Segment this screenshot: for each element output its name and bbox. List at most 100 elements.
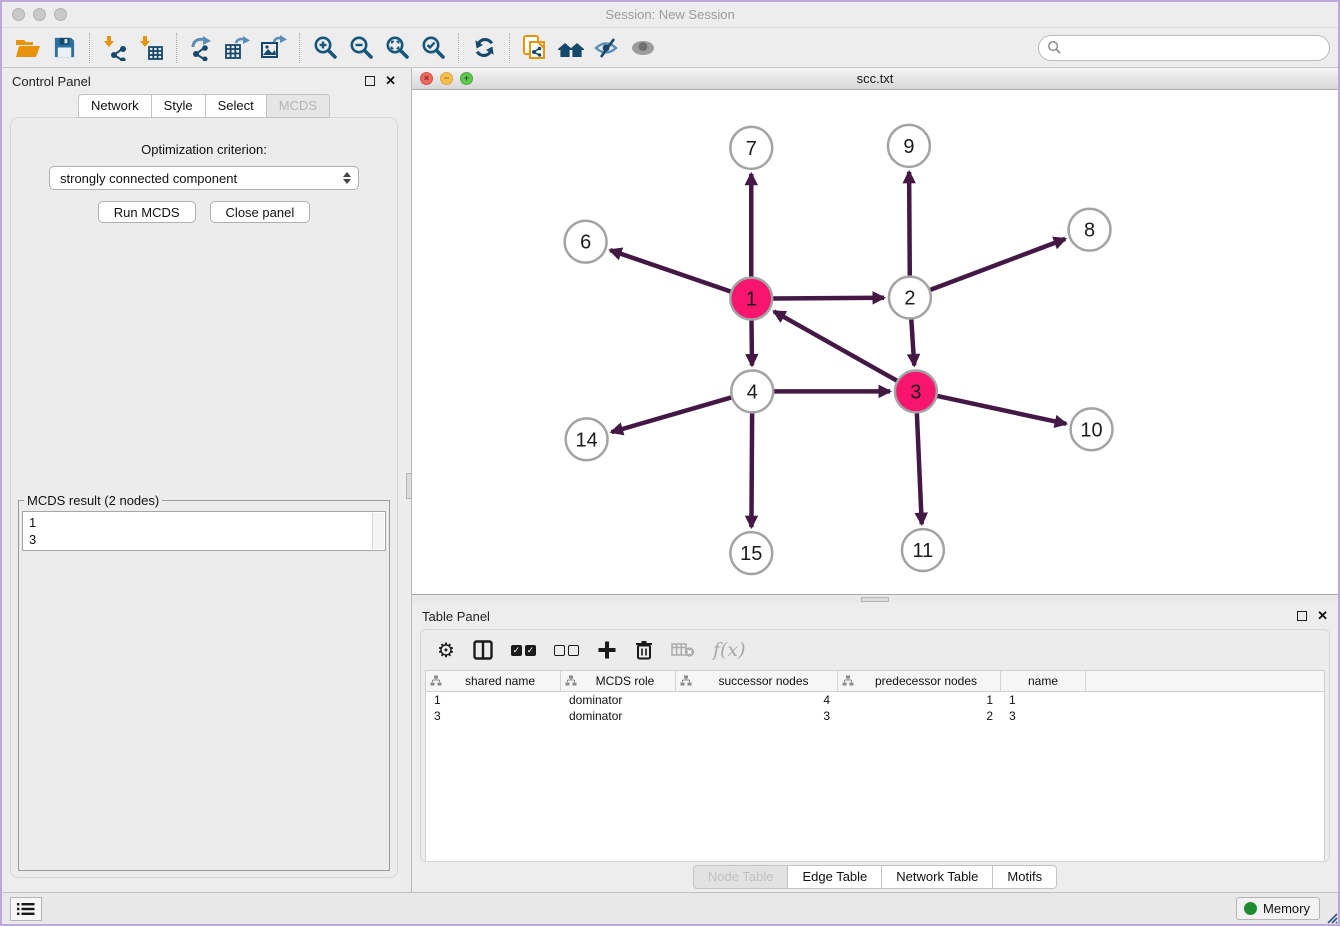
hierarchy-icon bbox=[565, 675, 577, 687]
search-box[interactable] bbox=[1038, 35, 1330, 61]
refresh-layout-icon[interactable] bbox=[466, 32, 502, 64]
import-network-icon[interactable] bbox=[97, 32, 133, 64]
control-panel-header: Control Panel ✕ bbox=[2, 68, 406, 94]
mcds-result-item: 1 bbox=[29, 514, 379, 531]
save-session-icon[interactable] bbox=[46, 32, 82, 64]
column-header-mcds-role[interactable]: MCDS role bbox=[561, 671, 676, 691]
close-panel-button[interactable]: Close panel bbox=[210, 201, 311, 223]
cell-name: 1 bbox=[1001, 693, 1086, 707]
graph-node-label-4: 4 bbox=[747, 381, 758, 403]
graph-node-label-7: 7 bbox=[746, 138, 757, 160]
toolbar-separator bbox=[176, 33, 177, 63]
graph-edge-1-2[interactable] bbox=[771, 298, 884, 299]
memory-button[interactable]: Memory bbox=[1236, 897, 1320, 920]
control-panel: Control Panel ✕ Network Style Select MCD… bbox=[2, 68, 406, 892]
column-header-successor-nodes[interactable]: successor nodes bbox=[676, 671, 838, 691]
delete-table-icon bbox=[671, 637, 695, 663]
table-toolbar: ⚙ ✓✓ bbox=[421, 630, 1329, 670]
settings-gear-icon[interactable]: ⚙ bbox=[437, 637, 455, 663]
right-column: × − + scc.txt 7968124314101511 bbox=[412, 68, 1338, 892]
cell-successor-nodes: 3 bbox=[676, 709, 838, 723]
add-row-icon[interactable] bbox=[597, 637, 617, 663]
float-table-panel-icon[interactable] bbox=[1297, 611, 1307, 621]
mcds-panel-body: Optimization criterion: strongly connect… bbox=[10, 117, 398, 878]
graph-node-label-15: 15 bbox=[740, 543, 762, 565]
clone-network-icon[interactable] bbox=[517, 32, 553, 64]
show-all-icon[interactable] bbox=[625, 32, 661, 64]
graph-node-label-14: 14 bbox=[576, 429, 598, 451]
column-header-predecessor-nodes[interactable]: predecessor nodes bbox=[838, 671, 1001, 691]
cell-mcds-role: dominator bbox=[561, 693, 676, 707]
search-input[interactable] bbox=[1062, 38, 1329, 58]
splitter-handle[interactable] bbox=[861, 597, 889, 602]
memory-status-icon bbox=[1244, 902, 1257, 915]
network-canvas[interactable]: 7968124314101511 bbox=[412, 90, 1338, 594]
show-columns-icon[interactable] bbox=[473, 637, 493, 663]
graph-edge-4-15[interactable] bbox=[751, 411, 752, 527]
title-bar: Session: New Session bbox=[2, 2, 1338, 28]
optimization-criterion-value: strongly connected component bbox=[60, 171, 237, 186]
function-builder-icon: f(x) bbox=[713, 637, 746, 663]
column-header-name[interactable]: name bbox=[1001, 671, 1086, 691]
graph-edge-2-8[interactable] bbox=[929, 239, 1066, 291]
zoom-fit-icon[interactable] bbox=[379, 32, 415, 64]
mcds-result-title: MCDS result (2 nodes) bbox=[24, 493, 162, 508]
table-row[interactable]: 1 dominator 4 1 1 bbox=[426, 692, 1324, 708]
export-network-icon[interactable] bbox=[184, 32, 220, 64]
zoom-selected-icon[interactable] bbox=[415, 32, 451, 64]
close-table-panel-icon[interactable]: ✕ bbox=[1317, 611, 1328, 621]
tab-select[interactable]: Select bbox=[206, 94, 267, 118]
first-neighbors-icon[interactable] bbox=[553, 32, 589, 64]
run-mcds-button[interactable]: Run MCDS bbox=[98, 201, 196, 223]
graph-edge-1-4[interactable] bbox=[751, 319, 752, 366]
table-header-row: shared name MCDS role successor nodes bbox=[426, 671, 1324, 692]
cell-predecessor-nodes: 1 bbox=[838, 693, 1001, 707]
open-session-icon[interactable] bbox=[10, 32, 46, 64]
resize-grip-icon[interactable] bbox=[1326, 912, 1338, 924]
optimization-criterion-select[interactable]: strongly connected component bbox=[49, 166, 359, 190]
tab-mcds[interactable]: MCDS bbox=[267, 94, 330, 118]
task-history-icon[interactable] bbox=[10, 897, 42, 921]
hide-selected-icon[interactable] bbox=[589, 32, 625, 64]
graph-edge-3-10[interactable] bbox=[935, 396, 1066, 424]
control-panel-tabs: Network Style Select MCDS bbox=[2, 94, 406, 118]
export-image-icon[interactable] bbox=[256, 32, 292, 64]
table-row[interactable]: 3 dominator 3 2 3 bbox=[426, 708, 1324, 724]
toolbar-separator bbox=[299, 33, 300, 63]
export-table-icon[interactable] bbox=[220, 32, 256, 64]
node-table[interactable]: shared name MCDS role successor nodes bbox=[425, 670, 1325, 861]
zoom-out-icon[interactable] bbox=[343, 32, 379, 64]
cell-name: 3 bbox=[1001, 709, 1086, 723]
tab-network[interactable]: Network bbox=[78, 94, 152, 118]
select-all-icon[interactable]: ✓✓ bbox=[511, 637, 536, 663]
graph-edge-3-1[interactable] bbox=[774, 311, 899, 381]
deselect-all-icon[interactable] bbox=[554, 637, 579, 663]
graph-edge-2-3[interactable] bbox=[911, 318, 914, 366]
delete-row-icon[interactable] bbox=[635, 637, 653, 663]
network-graph[interactable]: 7968124314101511 bbox=[412, 90, 1338, 594]
column-header-shared-name[interactable]: shared name bbox=[426, 671, 561, 691]
zoom-in-icon[interactable] bbox=[307, 32, 343, 64]
graph-edge-2-9[interactable] bbox=[909, 172, 910, 278]
result-scrollbar[interactable] bbox=[372, 513, 384, 549]
float-panel-icon[interactable] bbox=[365, 76, 375, 86]
status-bar: Memory bbox=[2, 892, 1338, 924]
panel-splitter-horizontal[interactable] bbox=[412, 595, 1338, 603]
mcds-result-item: 3 bbox=[29, 531, 379, 548]
memory-label: Memory bbox=[1263, 901, 1310, 916]
tab-network-table[interactable]: Network Table bbox=[882, 865, 993, 889]
graph-edge-4-14[interactable] bbox=[612, 397, 734, 432]
tab-style[interactable]: Style bbox=[152, 94, 206, 118]
tab-motifs[interactable]: Motifs bbox=[993, 865, 1057, 889]
cell-mcds-role: dominator bbox=[561, 709, 676, 723]
tab-edge-table[interactable]: Edge Table bbox=[788, 865, 882, 889]
mcds-result-list[interactable]: 1 3 bbox=[22, 511, 386, 551]
column-header-filler bbox=[1086, 671, 1324, 691]
tab-node-table[interactable]: Node Table bbox=[693, 865, 789, 889]
import-table-icon[interactable] bbox=[133, 32, 169, 64]
network-view-title: scc.txt bbox=[412, 71, 1338, 86]
graph-edge-1-6[interactable] bbox=[610, 250, 732, 292]
hierarchy-icon bbox=[842, 675, 854, 687]
close-panel-icon[interactable]: ✕ bbox=[385, 76, 396, 86]
graph-edge-3-11[interactable] bbox=[917, 411, 922, 524]
